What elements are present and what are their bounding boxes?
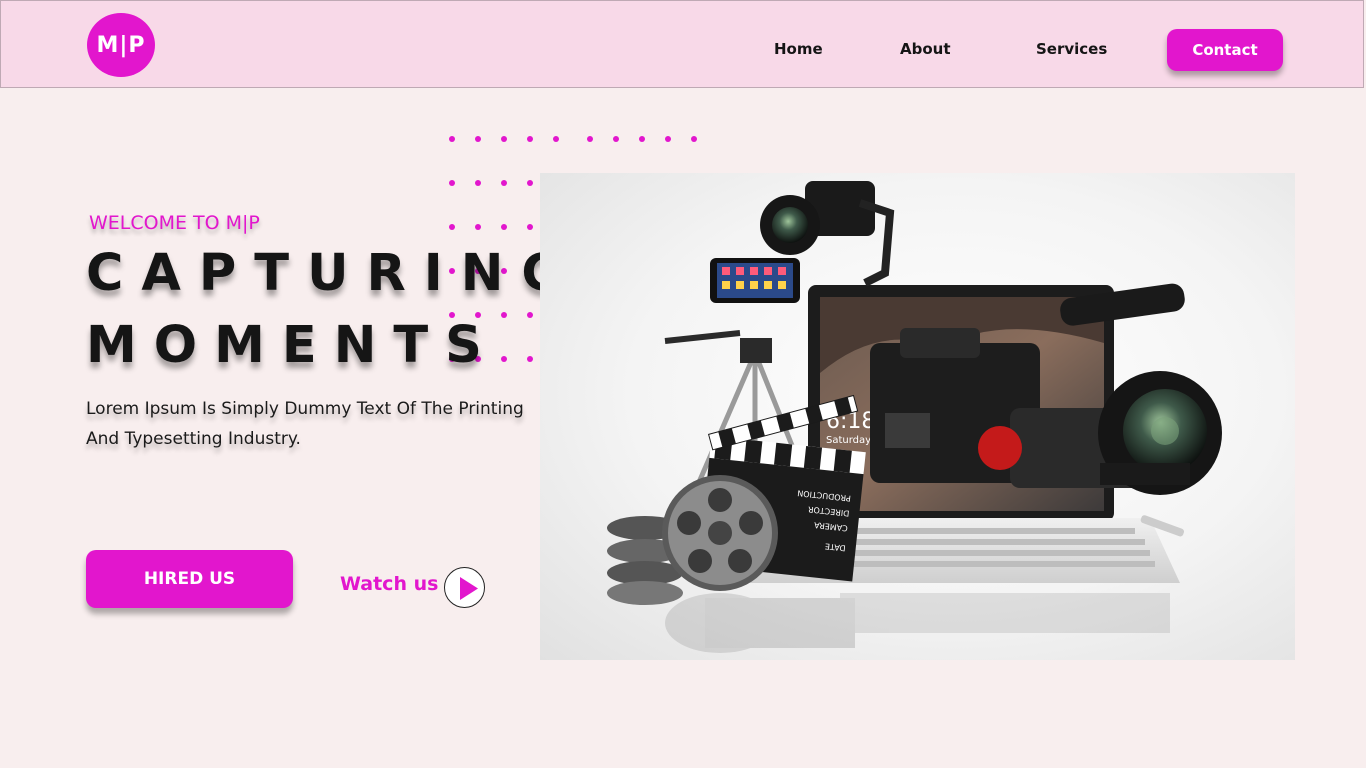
play-icon (460, 577, 478, 600)
nav-home-link[interactable]: Home (774, 40, 823, 58)
nav-services-link[interactable]: Services (1036, 40, 1107, 58)
navbar: M|P Home About Services Contact (0, 0, 1364, 88)
headline-line1: CAPTURING (86, 244, 582, 303)
headline-line2: MOMENTS (86, 316, 499, 375)
contact-button[interactable]: Contact (1167, 29, 1283, 71)
logo-text: M|P (96, 32, 146, 58)
welcome-text: WELCOME TO M|P (89, 212, 260, 234)
tagline: Lorem Ipsum Is Simply Dummy Text Of The … (86, 399, 524, 449)
camera-equipment-illustration: 6:18 Saturday PRODUCTION DIRECTOR CAMERA… (607, 181, 1222, 653)
nav-about-link[interactable]: About (900, 40, 951, 58)
logo[interactable]: M|P (87, 13, 155, 77)
play-button[interactable] (444, 567, 485, 608)
laptop-day: Saturday (826, 435, 871, 446)
hero-image: 6:18 Saturday PRODUCTION DIRECTOR CAMERA… (540, 173, 1295, 660)
hire-us-button[interactable]: HIRED US (86, 550, 293, 608)
watch-us-link[interactable]: Watch us (340, 573, 438, 595)
